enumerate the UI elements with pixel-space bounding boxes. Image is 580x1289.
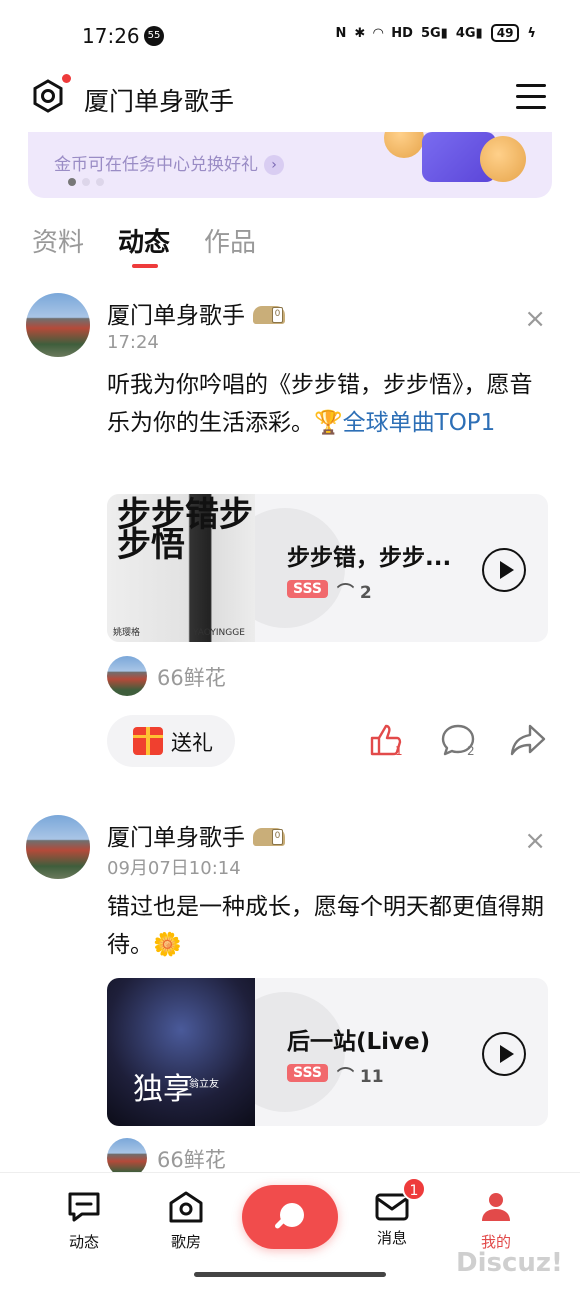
profile-tabs: 资料 动态 作品 — [32, 222, 256, 268]
battery-icon: 49 — [490, 24, 520, 42]
home-indicator[interactable] — [194, 1272, 386, 1277]
wifi-icon: ◠ — [373, 25, 384, 41]
coin-icon — [384, 132, 424, 158]
trophy-icon: 🏆 — [314, 410, 343, 436]
sing-button[interactable] — [242, 1185, 338, 1249]
settings-icon[interactable] — [30, 78, 66, 114]
send-gift-button[interactable]: 送礼 — [107, 715, 235, 767]
song-card[interactable]: 独享 翁立友 后一站(Live) SSS ⌒ 11 — [107, 978, 548, 1126]
status-icons: N ✱ ◠ HD 5G▮ 4G▮ 49 ϟ — [335, 24, 536, 42]
close-icon[interactable]: × — [524, 304, 546, 334]
post-author[interactable]: 厦门单身歌手 — [107, 818, 285, 852]
quality-badge: SSS — [287, 1064, 328, 1082]
4g-signal-icon: 4G▮ — [455, 25, 483, 41]
play-count: ⌒ 11 — [337, 1067, 384, 1087]
tab-feed[interactable]: 动态 — [118, 222, 170, 268]
nav-item-me[interactable]: 我的 — [466, 1191, 526, 1252]
play-count: ⌒ 2 — [337, 583, 372, 603]
song-title: 步步错，步步... — [287, 545, 452, 571]
person-icon — [482, 1193, 510, 1221]
hd-icon: HD — [391, 25, 413, 41]
close-icon[interactable]: × — [524, 826, 546, 856]
share-icon[interactable] — [510, 722, 546, 758]
quality-badge: SSS — [287, 580, 328, 598]
level-badge-icon — [253, 828, 285, 846]
message-square-icon — [68, 1192, 100, 1222]
tab-works[interactable]: 作品 — [204, 222, 256, 259]
status-bar: 17:26 55 N ✱ ◠ HD 5G▮ 4G▮ 49 ϟ — [0, 0, 580, 70]
album-cover: 独享 翁立友 — [107, 978, 255, 1126]
bluetooth-icon: ✱ — [354, 25, 366, 41]
house-icon — [169, 1191, 203, 1223]
post-time: 17:24 — [107, 332, 159, 353]
gift-icon — [133, 727, 163, 755]
rank-link[interactable]: 🏆全球单曲TOP1 — [314, 410, 495, 436]
headphones-icon: ⌒ — [337, 1067, 360, 1087]
avatar[interactable] — [26, 815, 90, 879]
comment-count: 2 — [467, 744, 475, 758]
settings-notification-dot — [62, 74, 71, 83]
promo-banner[interactable]: 金币可在任务中心兑换好礼 › — [28, 132, 552, 198]
nav-item-feed[interactable]: 动态 — [54, 1191, 114, 1252]
post-time: 09月07日10:14 — [107, 858, 241, 879]
headphones-icon: ⌒ — [337, 583, 360, 603]
top-bar: 厦门单身歌手 — [0, 70, 580, 128]
page-title: 厦门单身歌手 — [84, 87, 235, 116]
post-text: 听我为你吟唱的《步步错，步步悟》，愿音乐为你的生活添彩。🏆全球单曲TOP1 — [107, 372, 533, 436]
level-badge-icon — [253, 306, 285, 324]
chevron-right-icon: › — [264, 155, 284, 175]
play-button[interactable] — [482, 1032, 526, 1076]
banner-pagination — [68, 178, 104, 186]
flower-emoji-icon: 🌼 — [153, 932, 182, 958]
watermark: Discuz! — [456, 1248, 563, 1278]
avatar[interactable] — [26, 293, 90, 357]
post-text: 错过也是一种成长，愿每个明天都更值得期待。🌼 — [107, 894, 544, 958]
post-author[interactable]: 厦门单身歌手 — [107, 296, 285, 330]
song-card[interactable]: 步步错步步悟 姚璎格 YAOYINGGE 步步错，步步... SSS ⌒ 2 — [107, 494, 548, 642]
album-cover: 步步错步步悟 姚璎格 YAOYINGGE — [107, 494, 255, 642]
charging-icon: ϟ — [527, 25, 536, 41]
like-count: 1 — [395, 744, 403, 758]
coin-icon — [480, 136, 526, 182]
flower-count: 66鲜花 — [157, 666, 226, 690]
avatar — [107, 656, 147, 696]
nav-item-messages[interactable]: 1 消息 — [362, 1177, 426, 1248]
notification-count-badge: 55 — [144, 26, 164, 46]
song-title: 后一站(Live) — [287, 1029, 431, 1055]
banner-subtitle: 金币可在任务中心兑换好礼 › — [54, 150, 284, 175]
nav-item-rooms[interactable]: 歌房 — [156, 1191, 216, 1252]
status-time: 17:26 — [82, 24, 140, 48]
menu-icon[interactable] — [516, 84, 546, 110]
notification-badge: 1 — [402, 1177, 426, 1201]
flower-count: 66鲜花 — [157, 1148, 226, 1172]
tab-profile[interactable]: 资料 — [32, 222, 84, 259]
play-button[interactable] — [482, 548, 526, 592]
nfc-icon: N — [335, 25, 347, 41]
5g-signal-icon: 5G▮ — [420, 25, 448, 41]
